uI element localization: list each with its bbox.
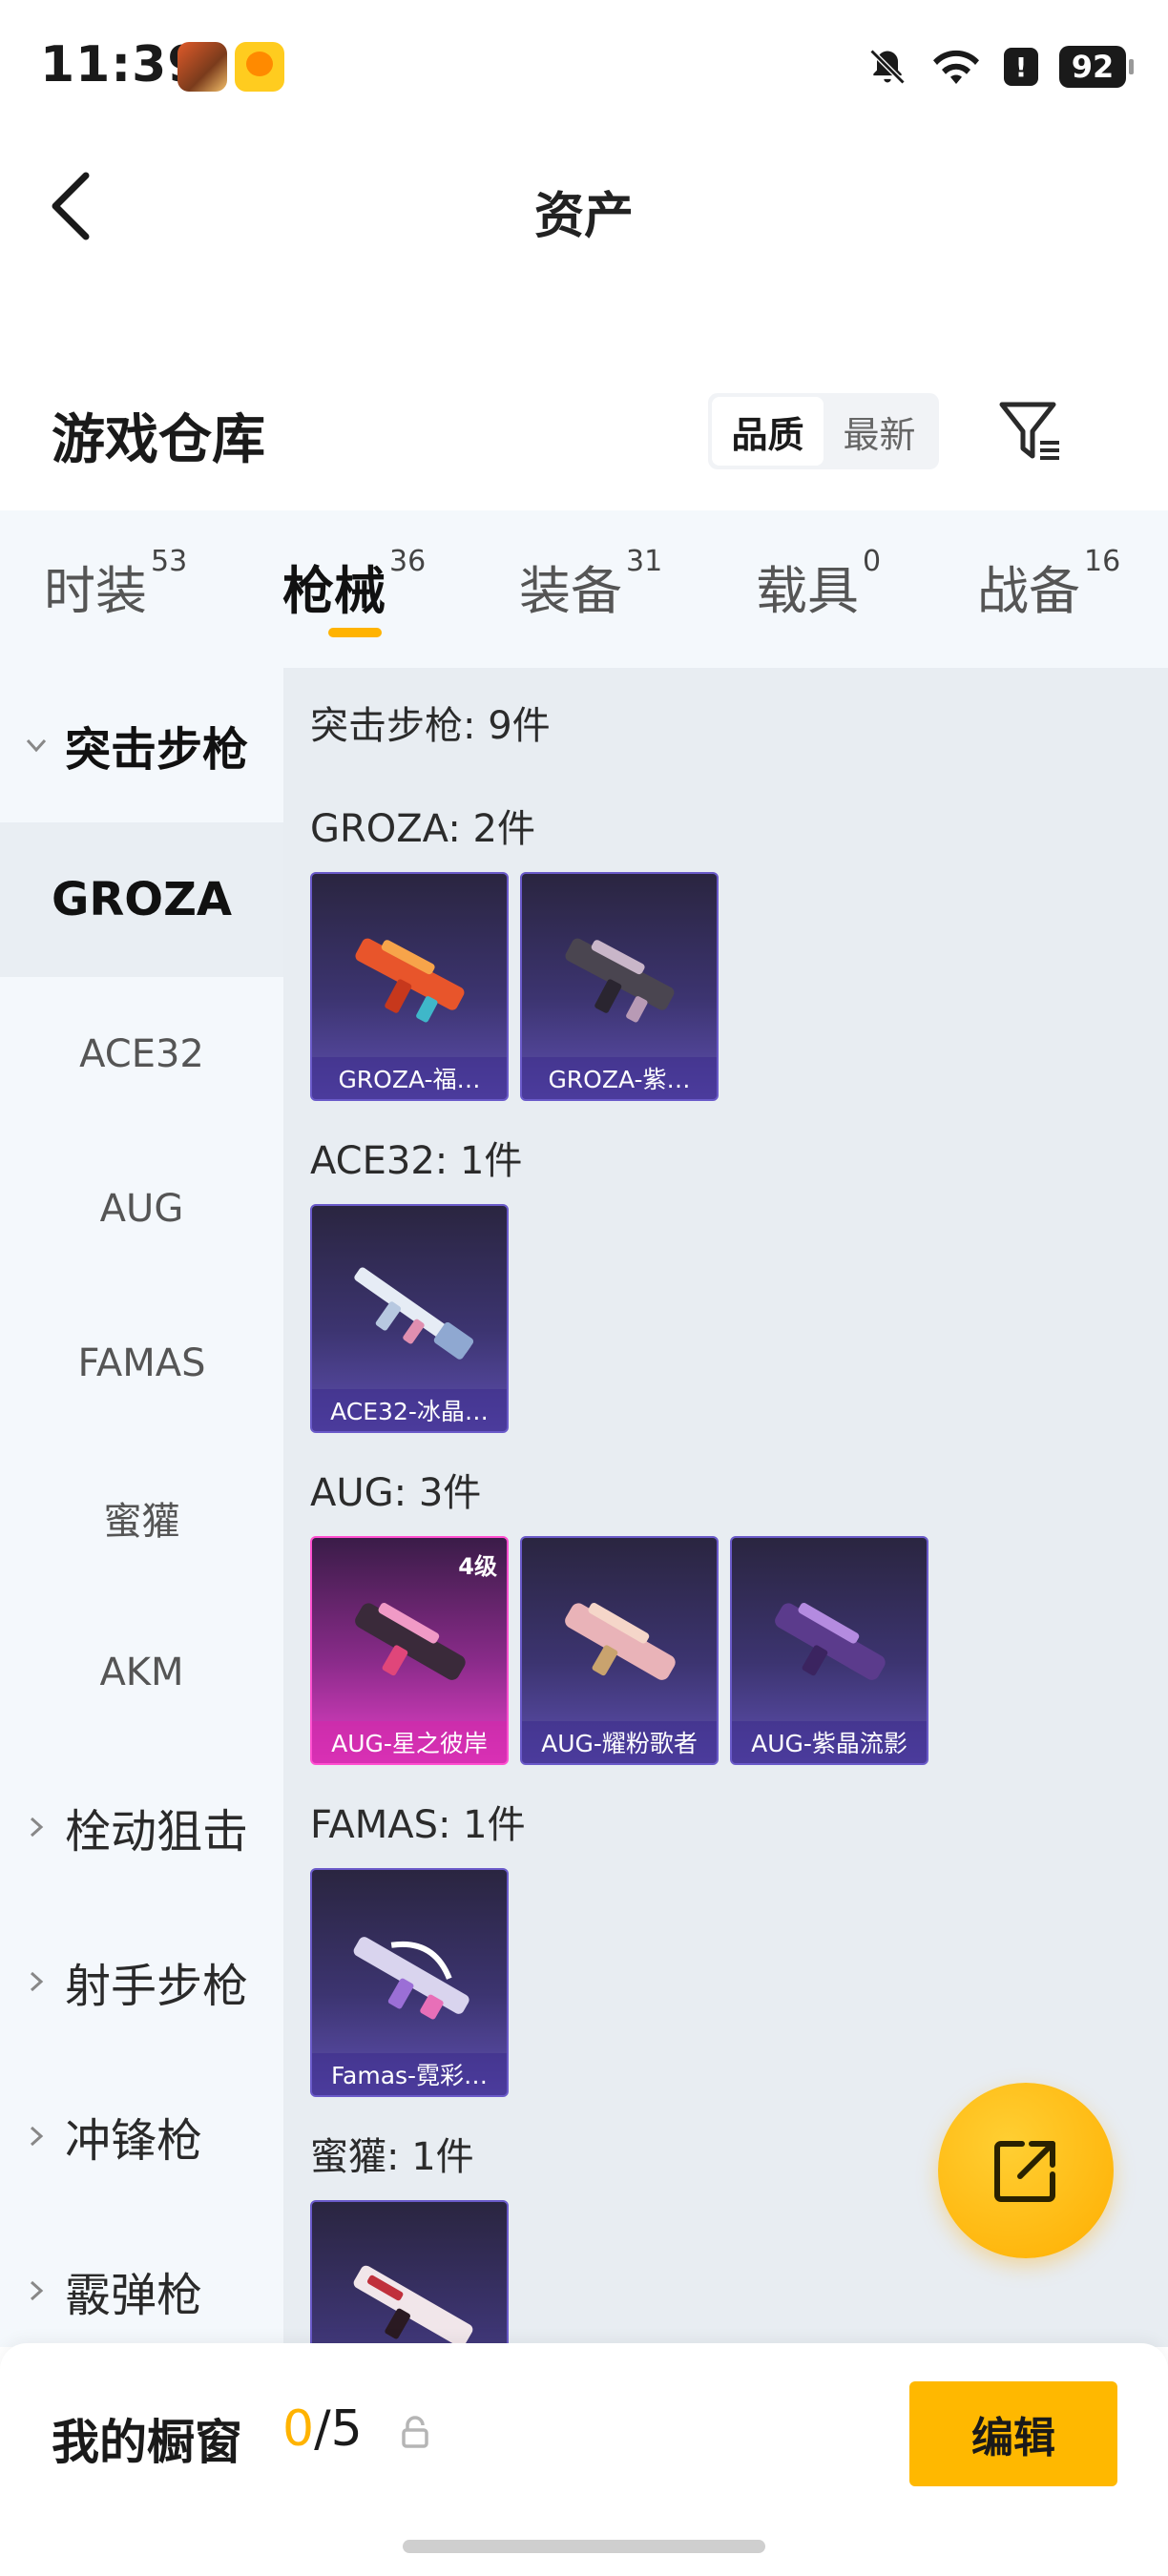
weapon-name: AUG-紫晶流影 bbox=[732, 1721, 927, 1763]
filter-icon[interactable] bbox=[996, 397, 1065, 466]
weapon-image bbox=[775, 1603, 886, 1680]
share-external-icon bbox=[994, 2141, 1055, 2202]
weapon-image bbox=[565, 1603, 676, 1680]
tab-label: 战备 bbox=[977, 561, 1080, 621]
sidebar-group-label: 突击步枪 bbox=[65, 723, 249, 777]
sidebar-item-honey-badger[interactable]: 蜜獾 bbox=[0, 1441, 283, 1595]
sidebar-group-shotgun[interactable]: 霰弹枪 bbox=[0, 2213, 283, 2347]
sidebar-group-marksman[interactable]: 射手步枪 bbox=[0, 1904, 283, 2059]
tab-count: 53 bbox=[151, 545, 188, 578]
weapon-image bbox=[565, 938, 675, 1023]
weapon-card[interactable]: 4级 AUG-星之彼岸 bbox=[310, 1536, 509, 1765]
group-title-aug: AUG: 3件 bbox=[310, 1471, 482, 1515]
weapon-image bbox=[353, 1937, 469, 2020]
chevron-right-icon bbox=[30, 2280, 44, 2301]
page-title: 资产 bbox=[533, 188, 634, 245]
sidebar-group-assault-rifle[interactable]: 突击步枪 bbox=[0, 668, 283, 822]
tab-count: 0 bbox=[863, 545, 882, 578]
tab-count: 16 bbox=[1084, 545, 1121, 578]
tab-tactical[interactable]: 战备 16 bbox=[977, 545, 1120, 624]
sidebar-group-label: 栓动狙击 bbox=[65, 1805, 249, 1859]
tab-label: 载具 bbox=[756, 561, 859, 621]
chevron-right-icon bbox=[30, 1817, 44, 1838]
weapon-type-sidebar: 突击步枪 GROZA ACE32 AUG FAMAS 蜜獾 AKM 栓动狙击 射… bbox=[0, 668, 283, 2347]
chevron-right-icon bbox=[30, 2126, 44, 2147]
weapon-image bbox=[353, 2265, 473, 2347]
tab-vehicles[interactable]: 载具 0 bbox=[756, 545, 881, 624]
group-title-ace32: ACE32: 1件 bbox=[310, 1139, 523, 1183]
nav-bar: 资产 bbox=[0, 134, 1168, 277]
home-indicator[interactable] bbox=[403, 2540, 765, 2553]
warehouse-header: 游戏仓库 品质 最新 bbox=[0, 372, 1168, 506]
sidebar-item-ace32[interactable]: ACE32 bbox=[0, 977, 283, 1132]
weapon-name: GROZA-福… bbox=[312, 1057, 507, 1099]
chevron-right-icon bbox=[30, 1971, 44, 1992]
weapon-image bbox=[355, 938, 465, 1023]
showcase-bar: 我的橱窗 0/5 编辑 bbox=[0, 2343, 1168, 2576]
sort-by-newest-button[interactable]: 最新 bbox=[824, 397, 935, 466]
tab-count: 36 bbox=[389, 545, 427, 578]
sidebar-group-label: 霰弹枪 bbox=[65, 2269, 203, 2322]
tab-count: 31 bbox=[626, 545, 663, 578]
sort-by-quality-button[interactable]: 品质 bbox=[712, 397, 824, 466]
alert-icon: ! bbox=[1004, 48, 1038, 86]
status-indicators: ! 92 bbox=[866, 42, 1134, 92]
weapon-card[interactable]: GROZA-紫… bbox=[520, 872, 719, 1101]
group-title-groza: GROZA: 2件 bbox=[310, 807, 535, 851]
group-title-honey-badger: 蜜獾: 1件 bbox=[310, 2135, 474, 2179]
tab-label: 枪械 bbox=[282, 561, 386, 621]
share-button[interactable] bbox=[938, 2083, 1114, 2258]
group-title-famas: FAMAS: 1件 bbox=[310, 1803, 526, 1847]
weapon-level-badge: 4级 bbox=[458, 1553, 497, 1580]
weapon-card[interactable] bbox=[310, 2200, 509, 2347]
section-title: 游戏仓库 bbox=[52, 409, 265, 471]
lock-icon bbox=[402, 2416, 428, 2448]
tab-firearms[interactable]: 枪械 36 bbox=[282, 545, 426, 624]
sidebar-group-label: 冲锋枪 bbox=[65, 2114, 203, 2168]
showcase-title: 我的橱窗 bbox=[52, 2415, 242, 2470]
weapon-name: GROZA-紫… bbox=[522, 1057, 717, 1099]
tab-fashion[interactable]: 时装 53 bbox=[44, 545, 187, 624]
sidebar-item-aug[interactable]: AUG bbox=[0, 1132, 283, 1286]
edit-button[interactable]: 编辑 bbox=[909, 2381, 1117, 2486]
sidebar-group-smg[interactable]: 冲锋枪 bbox=[0, 2059, 283, 2213]
category-tabs: 时装 53 枪械 36 装备 31 载具 0 战备 16 bbox=[0, 510, 1168, 668]
weapon-card[interactable]: ACE32-冰晶… bbox=[310, 1204, 509, 1433]
showcase-current: 0 bbox=[282, 2400, 315, 2458]
tab-label: 时装 bbox=[44, 561, 147, 621]
weapon-name: AUG-星之彼岸 bbox=[312, 1721, 507, 1763]
video-app-icon bbox=[235, 42, 284, 92]
category-count: 突击步枪: 9件 bbox=[310, 704, 551, 748]
weapon-card[interactable]: AUG-耀粉歌者 bbox=[520, 1536, 719, 1765]
weapon-card[interactable]: GROZA-福… bbox=[310, 872, 509, 1101]
sidebar-item-groza[interactable]: GROZA bbox=[0, 822, 283, 977]
showcase-total: /5 bbox=[314, 2400, 363, 2458]
weapon-card[interactable]: AUG-紫晶流影 bbox=[730, 1536, 928, 1765]
showcase-count: 0/5 bbox=[282, 2400, 363, 2458]
weapon-card[interactable]: Famas-霓彩… bbox=[310, 1868, 509, 2097]
active-tab-indicator bbox=[328, 628, 382, 637]
weapon-image bbox=[355, 1603, 466, 1680]
sidebar-group-bolt-sniper[interactable]: 栓动狙击 bbox=[0, 1750, 283, 1904]
wifi-icon bbox=[933, 50, 979, 84]
chevron-down-icon bbox=[26, 738, 47, 753]
tab-label: 装备 bbox=[519, 561, 622, 621]
sort-toggle: 品质 最新 bbox=[708, 393, 939, 469]
tab-equipment[interactable]: 装备 31 bbox=[519, 545, 662, 624]
weapon-name: AUG-耀粉歌者 bbox=[522, 1721, 717, 1763]
game-app-icon bbox=[177, 42, 227, 92]
sidebar-item-famas[interactable]: FAMAS bbox=[0, 1286, 283, 1441]
sidebar-item-akm[interactable]: AKM bbox=[0, 1595, 283, 1750]
battery-indicator: 92 bbox=[1059, 46, 1134, 88]
mute-bell-icon bbox=[869, 49, 906, 85]
weapon-name: Famas-霓彩… bbox=[312, 2053, 507, 2095]
weapon-image bbox=[354, 1267, 474, 1360]
weapon-name: ACE32-冰晶… bbox=[312, 1389, 507, 1431]
status-bar: 11:39 ! 92 bbox=[0, 0, 1168, 134]
sidebar-group-label: 射手步枪 bbox=[65, 1960, 249, 2013]
